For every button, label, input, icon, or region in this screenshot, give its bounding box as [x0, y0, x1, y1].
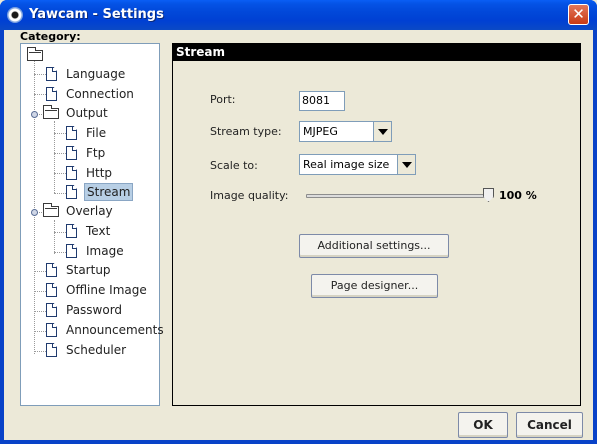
- window-border-bottom: [0, 440, 597, 444]
- dialog-body: Category: Language Connection Output Fil…: [4, 30, 593, 440]
- tree-item-password[interactable]: Password: [45, 301, 124, 319]
- tree-item-label: Overlay: [66, 204, 113, 218]
- folder-icon: [43, 203, 59, 219]
- tree-item-ftp[interactable]: Ftp: [65, 144, 107, 162]
- image-quality-slider-track[interactable]: [306, 194, 494, 198]
- document-icon: [45, 282, 59, 298]
- document-icon: [65, 125, 79, 141]
- tree-item-announcements[interactable]: Announcements: [45, 321, 166, 339]
- document-icon: [65, 223, 79, 239]
- document-icon: [65, 145, 79, 161]
- stream-type-label: Stream type:: [210, 125, 282, 138]
- window-title: Yawcam - Settings: [29, 7, 164, 22]
- tree-item-offline-image[interactable]: Offline Image: [45, 281, 149, 299]
- category-tree[interactable]: Language Connection Output File Ftp Http: [20, 43, 164, 406]
- cancel-button[interactable]: Cancel: [516, 412, 583, 438]
- overlay-expander[interactable]: [31, 209, 38, 216]
- document-icon: [45, 262, 59, 278]
- page-designer-button[interactable]: Page designer...: [311, 274, 438, 298]
- image-quality-slider-thumb[interactable]: [483, 188, 494, 202]
- yawcam-app-icon: [7, 7, 23, 23]
- additional-settings-button[interactable]: Additional settings...: [299, 234, 449, 258]
- panel-title: Stream: [173, 44, 580, 61]
- tree-connector: [54, 121, 55, 193]
- close-button[interactable]: ✕: [568, 4, 589, 25]
- chevron-down-icon[interactable]: [373, 122, 391, 141]
- stream-type-dropdown[interactable]: MJPEG: [299, 121, 392, 142]
- image-quality-label: Image quality:: [210, 189, 289, 202]
- tree-item-image[interactable]: Image: [65, 242, 126, 260]
- category-label: Category:: [20, 30, 81, 43]
- root-folder-icon: [27, 47, 43, 61]
- document-icon: [45, 342, 59, 358]
- image-quality-value: 100 %: [499, 189, 537, 202]
- tree-item-label: Connection: [66, 87, 134, 101]
- tree-item-overlay[interactable]: Overlay: [43, 202, 115, 220]
- tree-item-language[interactable]: Language: [45, 65, 127, 83]
- tree-item-stream[interactable]: Stream: [65, 183, 134, 201]
- scale-to-dropdown[interactable]: Real image size: [299, 154, 416, 175]
- chevron-down-icon[interactable]: [397, 155, 415, 174]
- tree-item-startup[interactable]: Startup: [45, 261, 113, 279]
- folder-icon: [43, 105, 59, 121]
- document-icon: [45, 86, 59, 102]
- tree-item-label: Announcements: [66, 323, 164, 337]
- tree-item-label: Scheduler: [66, 343, 127, 357]
- tree-item-text[interactable]: Text: [65, 222, 112, 240]
- tree-item-label: Image: [86, 244, 124, 258]
- stream-type-value: MJPEG: [303, 125, 338, 138]
- scale-to-value: Real image size: [303, 158, 390, 171]
- document-icon: [45, 322, 59, 338]
- port-input[interactable]: 8081: [299, 91, 345, 111]
- ok-button[interactable]: OK: [458, 412, 508, 438]
- tree-item-connection[interactable]: Connection: [45, 85, 136, 103]
- tree-item-label: Output: [66, 106, 108, 120]
- settings-window: Yawcam - Settings ✕ Category: Language C…: [0, 0, 597, 444]
- tree-item-label: Stream: [84, 183, 134, 201]
- scale-to-label: Scale to:: [210, 159, 258, 172]
- tree-item-label: Language: [66, 67, 126, 81]
- tree-item-label: Startup: [66, 263, 111, 277]
- title-bar[interactable]: Yawcam - Settings ✕: [0, 0, 597, 30]
- output-expander[interactable]: [31, 111, 38, 118]
- document-icon: [65, 165, 79, 181]
- tree-item-label: Text: [86, 224, 111, 238]
- document-icon: [65, 243, 79, 259]
- tree-item-label: Offline Image: [66, 283, 147, 297]
- window-border-right: [593, 30, 597, 444]
- tree-item-file[interactable]: File: [65, 124, 108, 142]
- document-icon: [45, 66, 59, 82]
- tree-item-label: File: [86, 126, 107, 140]
- tree-item-label: Http: [86, 166, 113, 180]
- tree-item-label: Ftp: [86, 146, 106, 160]
- tree-item-scheduler[interactable]: Scheduler: [45, 341, 128, 359]
- port-label: Port:: [210, 93, 236, 106]
- tree-item-http[interactable]: Http: [65, 164, 114, 182]
- tree-item-label: Password: [66, 303, 123, 317]
- tree-item-output[interactable]: Output: [43, 104, 110, 122]
- document-icon: [65, 184, 79, 200]
- document-icon: [45, 302, 59, 318]
- tree-connector: [54, 220, 55, 254]
- stream-settings-panel: Stream Port: 8081 Stream type: MJPEG Sca…: [172, 43, 581, 406]
